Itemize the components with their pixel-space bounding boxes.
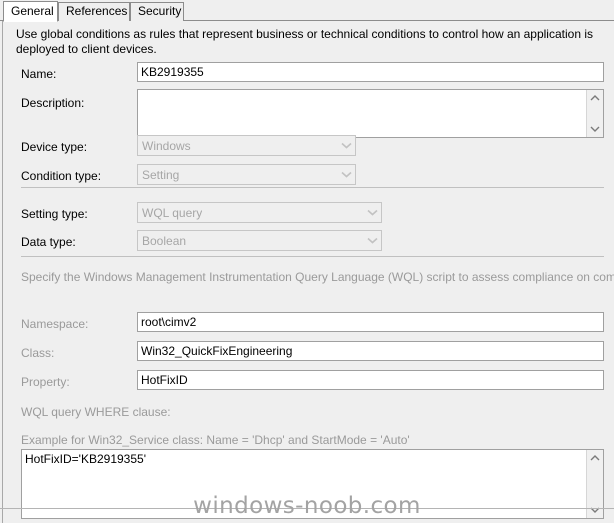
property-label: Property: [21,375,70,389]
tab-strip: General References Security [0,0,614,22]
global-condition-dialog: General References Security Use global c… [0,0,614,523]
data-type-label: Data type: [21,235,76,249]
scroll-up-arrow-icon [590,455,600,461]
setting-type-value: WQL query [142,206,203,220]
chevron-down-icon [367,237,378,244]
device-type-dropdown[interactable]: Windows [137,135,356,156]
condition-type-label: Condition type: [21,169,102,183]
device-type-chevron[interactable] [337,136,355,155]
description-scroll-down-button[interactable] [587,120,603,137]
class-input[interactable] [137,341,604,361]
chevron-down-icon [367,209,378,216]
panel-left-border [2,21,3,523]
intro-text: Use global conditions as rules that repr… [16,27,593,56]
scroll-down-arrow-icon [590,126,600,132]
description-scrollbar[interactable] [586,90,603,137]
setting-type-label: Setting type: [21,207,88,221]
description-textarea[interactable] [137,89,604,138]
scroll-up-arrow-icon [590,95,600,101]
data-type-value: Boolean [142,234,187,248]
wql-where-example: Example for Win32_Service class: Name = … [21,433,410,447]
watermark-text: windows-noob.com [193,493,421,519]
name-input[interactable] [137,62,604,82]
device-type-value: Windows [142,139,191,153]
data-type-chevron[interactable] [363,231,381,250]
name-label: Name: [21,67,57,81]
separator-1 [21,187,604,188]
wql-where-value: HotFixID='KB2919355' [25,452,146,466]
setting-type-dropdown[interactable]: WQL query [137,202,382,223]
tab-references[interactable]: References [58,2,130,21]
wql-scroll-up-button[interactable] [587,450,603,467]
condition-type-value: Setting [142,168,180,182]
description-label: Description: [21,96,85,110]
condition-type-dropdown[interactable]: Setting [137,164,356,185]
chevron-down-icon [341,142,352,149]
condition-type-chevron[interactable] [337,165,355,184]
device-type-label: Device type: [21,140,88,154]
data-type-dropdown[interactable]: Boolean [137,230,382,251]
property-input[interactable] [137,370,604,390]
class-label: Class: [21,346,55,360]
separator-2 [21,256,604,257]
namespace-label: Namespace: [21,317,89,331]
setting-type-chevron[interactable] [363,203,381,222]
wql-where-label: WQL query WHERE clause: [21,405,171,419]
general-tab-panel: Use global conditions as rules that repr… [0,21,614,523]
description-scroll-track[interactable] [587,107,603,120]
chevron-down-icon [341,171,352,178]
description-scroll-up-button[interactable] [587,90,603,107]
tab-general[interactable]: General [3,1,58,22]
wql-script-hint: Specify the Windows Management Instrumen… [21,270,614,284]
tab-security[interactable]: Security [130,2,184,21]
namespace-input[interactable] [137,312,604,332]
